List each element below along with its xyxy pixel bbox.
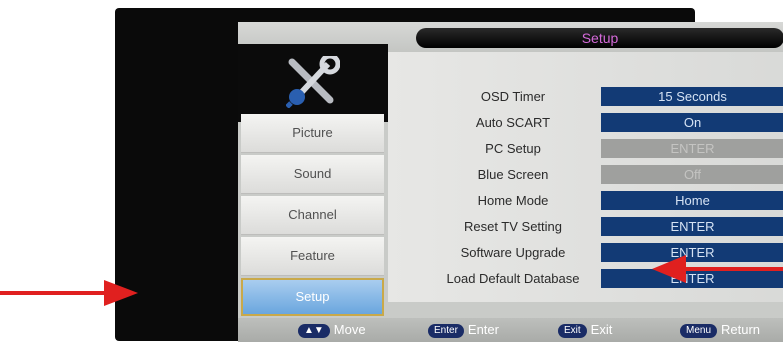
setting-row-auto-scart[interactable]: Auto SCART On	[388, 112, 783, 134]
hint-enter-label: Enter	[467, 322, 499, 337]
setting-label: Load Default Database	[446, 271, 580, 286]
sidebar-item-setup[interactable]: Setup	[241, 278, 384, 316]
setting-row-pc-setup: PC Setup ENTER	[388, 138, 783, 160]
sidebar: Picture Sound Channel Feature Setup	[241, 114, 384, 319]
setting-label: Home Mode	[477, 193, 549, 208]
tv-screen: Setup Picture Sound Channel Feature Setu…	[115, 8, 783, 342]
hint-exit: Exit Exit	[558, 320, 612, 340]
setting-row-blue-screen: Blue Screen Off	[388, 164, 783, 186]
hint-enter: Enter Enter	[428, 320, 499, 340]
hint-return: Menu Return	[680, 320, 760, 340]
enter-key-icon: Enter	[428, 323, 464, 338]
updown-key-icon: ▲▼	[298, 323, 330, 338]
setting-label: Blue Screen	[477, 167, 549, 182]
key-hint-bar: ▲▼ Move Enter Enter Exit Exit Menu Return	[238, 318, 783, 342]
setting-label: Auto SCART	[475, 115, 551, 130]
setup-category-icon-box	[238, 44, 388, 122]
exit-key-icon: Exit	[558, 323, 587, 338]
setting-label: OSD Timer	[480, 89, 546, 104]
setting-label: Software Upgrade	[460, 245, 566, 260]
sidebar-item-sound[interactable]: Sound	[241, 155, 384, 194]
hint-move: ▲▼ Move	[298, 320, 366, 340]
setting-value: ENTER	[601, 139, 783, 158]
setting-row-home-mode[interactable]: Home Mode Home	[388, 190, 783, 212]
sidebar-item-channel[interactable]: Channel	[241, 196, 384, 235]
hint-return-label: Return	[721, 322, 761, 337]
menu-key-icon: Menu	[680, 323, 718, 338]
osd-menu: Setup Picture Sound Channel Feature Setu…	[238, 22, 783, 342]
annotation-arrow-right	[652, 255, 783, 283]
setting-value[interactable]: Home	[601, 191, 783, 210]
annotation-arrow-left	[0, 280, 138, 306]
hint-move-label: Move	[333, 322, 366, 337]
setting-row-osd-timer[interactable]: OSD Timer 15 Seconds	[388, 86, 783, 108]
setting-row-reset-tv[interactable]: Reset TV Setting ENTER	[388, 216, 783, 238]
sidebar-item-picture[interactable]: Picture	[241, 114, 384, 153]
hint-exit-label: Exit	[590, 322, 613, 337]
setting-value[interactable]: ENTER	[601, 217, 783, 236]
sidebar-item-feature[interactable]: Feature	[241, 237, 384, 276]
setting-value[interactable]: On	[601, 113, 783, 132]
setting-value[interactable]: 15 Seconds	[601, 87, 783, 106]
setting-value: Off	[601, 165, 783, 184]
menu-title: Setup	[416, 28, 783, 48]
setting-label: PC Setup	[485, 141, 541, 156]
setting-label: Reset TV Setting	[463, 219, 563, 234]
wrench-screwdriver-icon	[286, 56, 340, 108]
